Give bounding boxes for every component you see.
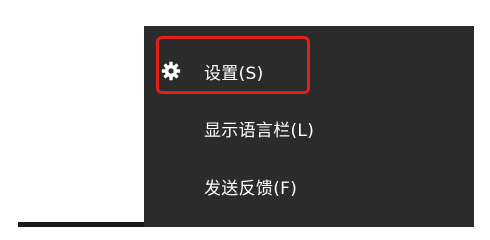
gear-icon [160, 60, 182, 82]
menu-item-send-feedback[interactable]: 发送反馈(F) [144, 165, 474, 207]
menu-item-label: 发送反馈(F) [204, 178, 298, 199]
menu-item-label: 显示语言栏(L) [204, 120, 315, 141]
taskbar-edge [18, 222, 148, 227]
menu-item-show-language-bar[interactable]: 显示语言栏(L) [144, 107, 474, 149]
menu-item-settings[interactable]: 设置(S) [144, 50, 474, 92]
menu-item-label: 设置(S) [204, 63, 264, 84]
context-menu: 设置(S) 显示语言栏(L) 发送反馈(F) [144, 26, 474, 227]
